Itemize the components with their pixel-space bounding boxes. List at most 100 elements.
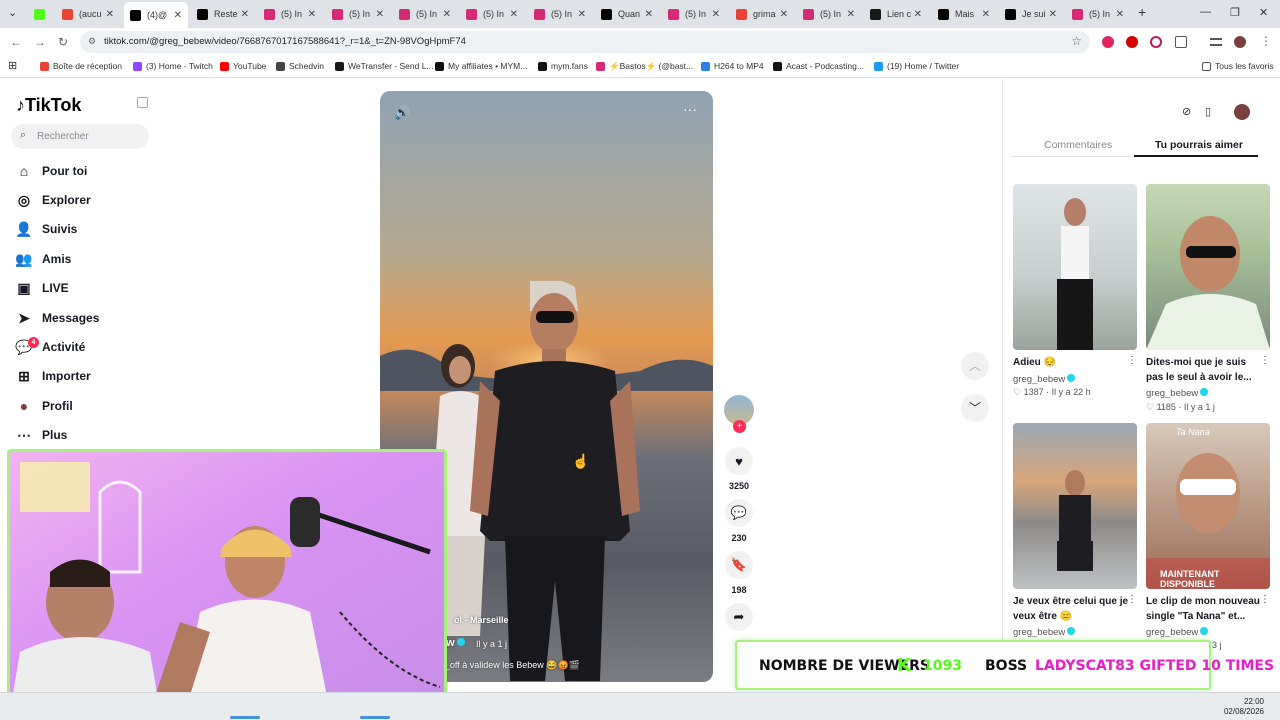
bookmark-item[interactable]: (19) Home / Twitter [874, 61, 959, 71]
browser-tab[interactable]: (5) In ✕ [326, 4, 390, 24]
browser-tab[interactable]: Reste ✕ [191, 4, 255, 24]
apps-grid-icon[interactable]: ⊞ [8, 59, 17, 72]
forward-icon[interactable]: → [34, 35, 46, 49]
tab-close-icon[interactable]: ✕ [308, 9, 316, 20]
browser-tab[interactable]: Lien c ✕ [864, 4, 928, 24]
card-author[interactable]: greg_bebew [1013, 374, 1076, 385]
browser-menu-icon[interactable]: ⋮ [1260, 34, 1272, 48]
bookmark-item[interactable]: mym.fans [538, 61, 588, 71]
profile-avatar-icon[interactable] [1234, 36, 1246, 48]
tab-search-icon[interactable]: ⌄ [8, 6, 17, 19]
save-button[interactable]: 🔖 [725, 551, 753, 579]
browser-tab[interactable]: (5) In ✕ [258, 4, 322, 24]
browser-tab[interactable]: (5) In ✕ [797, 4, 861, 24]
media-controls-icon[interactable] [1210, 38, 1222, 46]
card-more-icon[interactable]: ⋮ [1260, 355, 1270, 366]
tab-close-icon[interactable]: ✕ [1116, 9, 1124, 20]
reload-icon[interactable]: ↻ [58, 35, 68, 49]
bookmark-item[interactable]: H264 to MP4 [701, 61, 764, 71]
bookmark-item[interactable]: ⚡Bastos⚡ (@bast... [596, 61, 693, 72]
tab-close-icon[interactable]: ✕ [712, 9, 720, 20]
tab-close-icon[interactable]: ✕ [645, 9, 653, 20]
previous-video-button[interactable]: ︿ [961, 352, 989, 380]
bookmark-item[interactable]: Acast - Podcasting... [773, 61, 864, 71]
card-more-icon[interactable]: ⋮ [1127, 355, 1137, 366]
sidebar-item-live[interactable]: ▣ LIVE [15, 277, 68, 299]
tab-close-icon[interactable]: ✕ [982, 9, 990, 20]
sidebar-item-amis[interactable]: 👥 Amis [15, 248, 71, 270]
browser-tab[interactable]: (4)@ ✕ [124, 2, 188, 28]
card-more-icon[interactable]: ⋮ [1260, 594, 1270, 605]
sidebar-item-suivis[interactable]: 👤 Suivis [15, 218, 77, 240]
site-info-icon[interactable]: ⚙ [88, 36, 96, 47]
sidebar-item-importer[interactable]: ⊞ Importer [15, 365, 91, 387]
tab-close-icon[interactable]: ✕ [106, 9, 114, 20]
extensions-puzzle-icon[interactable] [1175, 36, 1187, 48]
url-text[interactable]: tiktok.com/@greg_bebew/video/76687670171… [104, 36, 466, 47]
sidebar-item-messages[interactable]: ➤ Messages [15, 307, 99, 329]
all-bookmarks[interactable]: Tous les favoris [1202, 61, 1274, 71]
system-clock[interactable]: 22:00 02/08/2026 [1224, 697, 1264, 717]
user-avatar[interactable] [1234, 104, 1250, 120]
device-icon[interactable]: ▯ [1205, 105, 1211, 118]
browser-tab[interactable]: (aucu ✕ [56, 4, 120, 24]
tab-close-icon[interactable]: ✕ [914, 9, 922, 20]
new-tab-button[interactable]: + [1138, 4, 1146, 20]
like-button[interactable]: ♥ [725, 447, 753, 475]
card-title[interactable]: Je veux être celui que je veux être 😑 [1013, 594, 1131, 624]
restore-icon[interactable]: ❐ [1230, 6, 1240, 19]
minimize-icon[interactable]: — [1200, 6, 1211, 18]
browser-tab[interactable]: (5) In ✕ [662, 4, 726, 24]
bookmark-item[interactable]: (3) Home - Twitch [133, 61, 213, 71]
tab-close-icon[interactable]: ✕ [376, 9, 384, 20]
browser-tab[interactable]: Je sui ✕ [999, 4, 1063, 24]
extension-opera-icon[interactable] [1126, 36, 1138, 48]
collapse-sidebar-icon[interactable] [137, 97, 148, 108]
comment-button[interactable]: 💬 [725, 499, 753, 527]
bookmark-item[interactable]: Schedvin [276, 61, 324, 71]
tab-close-icon[interactable]: ✕ [443, 9, 451, 20]
tab-close-icon[interactable]: ✕ [241, 9, 249, 20]
sidebar-item-explorer[interactable]: ◎ Explorer [15, 189, 91, 211]
bookmark-star-icon[interactable]: ☆ [1071, 34, 1082, 48]
card-author[interactable]: greg_bebew [1146, 627, 1209, 638]
extension-adblock-icon[interactable] [1102, 36, 1114, 48]
card-author[interactable]: greg_bebew [1013, 627, 1076, 638]
browser-tab[interactable] [28, 4, 52, 24]
card-title[interactable]: Le clip de mon nouveau single "Ta Nana" … [1146, 594, 1264, 624]
back-icon[interactable]: ← [10, 35, 22, 49]
browser-tab[interactable]: grima ✕ [730, 4, 794, 24]
tab-close-icon[interactable]: ✕ [1049, 9, 1057, 20]
tab-close-icon[interactable]: ✕ [780, 9, 788, 20]
tab-close-icon[interactable]: ✕ [174, 10, 182, 21]
browser-tab[interactable]: Mais ✕ [932, 4, 996, 24]
suggestion-thumbnail[interactable] [1013, 184, 1137, 350]
suggestion-thumbnail[interactable]: Ta Nana MAINTENANT DISPONIBLE [1146, 423, 1270, 589]
sidebar-item-plus[interactable]: ⋯ Plus [15, 424, 67, 446]
tab-suggestions[interactable]: Tu pourrais aimer [1155, 139, 1243, 151]
video-more-icon[interactable]: ··· [683, 101, 697, 117]
browser-tab[interactable]: (5) In ✕ [393, 4, 457, 24]
follow-plus-icon[interactable]: + [733, 420, 746, 433]
bookmark-item[interactable]: Boîte de réception [40, 61, 122, 71]
close-window-icon[interactable]: ✕ [1259, 6, 1268, 19]
bookmark-item[interactable]: My affiliates • MYM... [435, 61, 527, 71]
browser-tab[interactable]: (5) In ✕ [460, 4, 524, 24]
share-button[interactable]: ➦ [725, 603, 753, 631]
tab-close-icon[interactable]: ✕ [510, 9, 518, 20]
bookmark-item[interactable]: WeTransfer - Send L... [335, 61, 434, 71]
sidebar-item-profil[interactable]: ● Profil [15, 395, 73, 417]
card-author[interactable]: greg_bebew [1146, 388, 1209, 399]
video-location[interactable]: ol - Marseille [454, 615, 509, 625]
tab-close-icon[interactable]: ✕ [578, 9, 586, 20]
suggestion-thumbnail[interactable] [1013, 423, 1137, 589]
browser-tab[interactable]: (5) In ✕ [528, 4, 592, 24]
browser-tab[interactable]: Quan ✕ [595, 4, 659, 24]
tiktok-logo[interactable]: ♪TikTok [16, 95, 81, 116]
search-input[interactable]: ⌕ Rechercher [11, 124, 149, 149]
browser-tab[interactable]: (5) In ✕ [1066, 4, 1130, 24]
suggestion-thumbnail[interactable] [1146, 184, 1270, 350]
sidebar-item-pourtoi[interactable]: ⌂ Pour toi [15, 160, 88, 182]
tab-comments[interactable]: Commentaires [1044, 139, 1112, 151]
next-video-button[interactable]: ﹀ [961, 394, 989, 422]
